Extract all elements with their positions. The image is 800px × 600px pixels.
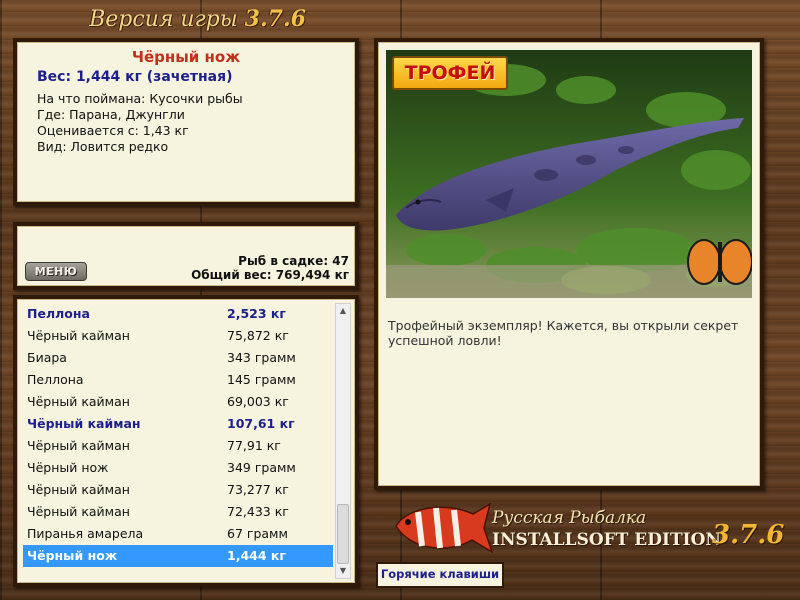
fish-list-panel: Пеллона 2,523 кг Чёрный кайман 75,872 кг Биа… [13,295,359,587]
scroll-up-icon[interactable]: ▲ [336,304,350,318]
edition-version: 3.7.6 [712,520,785,550]
fish-list-name: Пеллона [27,372,84,387]
fish-list-weight: 1,444 кг [227,548,286,563]
fish-list-row[interactable]: Пеллона 2,523 кг [23,303,333,325]
keepnet-stats: Рыб в садке: 47 Общий вес: 769,494 кг [191,254,349,282]
fish-list-weight: 145 грамм [227,372,296,387]
fish-photo: ТРОФЕЙ [386,50,752,298]
hotkeys-button[interactable]: Горячие клавиши [376,562,504,588]
fish-name: Чёрный нож [131,48,241,66]
fish-list-name: Чёрный кайман [27,438,130,453]
fish-list-name: Чёрный кайман [27,482,130,497]
catch-info-panel: Чёрный нож Вес: 1,444 кг (зачетная) На ч… [13,38,359,206]
fish-list-weight: 72,433 кг [227,504,289,519]
butterfly-icon [687,239,752,285]
fish-list-row[interactable]: Чёрный кайман 72,433 кг [23,501,333,523]
fish-list-row[interactable]: Чёрный кайман 107,61 кг [23,413,333,435]
fish-list-name: Чёрный нож [27,460,109,475]
fish-weight: Вес: 1,444 кг (зачетная) [37,69,233,85]
trophy-description: Трофейный экземпляр! Кажется, вы открыли… [388,318,739,348]
game-version-title: Версия игры 3.7.6 [0,6,395,32]
fish-list-name: Чёрный кайман [27,328,130,343]
menu-button[interactable]: МЕНЮ [25,262,87,281]
fish-list-weight: 343 грамм [227,350,296,365]
edition-branding: Русская Рыбалка INSTALLSOFT EDITION 3.7.… [374,492,794,592]
fish-list-row[interactable]: Пиранья амарела 67 грамм [23,523,333,545]
fish-list-name: Чёрный кайман [27,504,130,519]
edition-fish-logo-icon [395,502,494,554]
fish-count: Рыб в садке: 47 [238,254,349,268]
edition-line1: Русская Рыбалка [492,508,647,528]
fish-list-row[interactable]: Биара 343 грамм [23,347,333,369]
keepnet-summary-panel: МЕНЮ Рыб в садке: 47 Общий вес: 769,494 … [13,222,359,290]
fish-list-row[interactable]: Чёрный кайман 77,91 кг [23,435,333,457]
fish-list-weight: 77,91 кг [227,438,281,453]
bait-line: На что поймана: Кусочки рыбы [37,91,243,106]
fish-list-weight: 349 грамм [227,460,296,475]
fish-list-row[interactable]: Чёрный нож 1,444 кг [23,545,333,567]
fish-list-weight: 73,277 кг [227,482,289,497]
list-scrollbar[interactable]: ▲ ▼ [335,303,351,579]
trophy-badge: ТРОФЕЙ [392,56,508,90]
fish-list-name: Биара [27,350,67,365]
fish-list-row[interactable]: Чёрный кайман 69,003 кг [23,391,333,413]
fish-list-row[interactable]: Чёрный нож 349 грамм [23,457,333,479]
fish-list-weight: 107,61 кг [227,416,295,431]
version-prefix: Версия игры [89,7,238,32]
fish-list-weight: 67 грамм [227,526,288,541]
trophy-panel: ТРОФЕЙ Трофейный экземпляр! Кажется, вы … [374,38,764,490]
location-line: Где: Парана, Джунгли [37,107,185,122]
scroll-thumb[interactable] [337,504,349,564]
version-number: 3.7.6 [244,6,306,32]
fish-list-row[interactable]: Чёрный кайман 73,277 кг [23,479,333,501]
scroll-down-icon[interactable]: ▼ [336,564,350,578]
total-weight: Общий вес: 769,494 кг [191,268,349,282]
fish-list-weight: 2,523 кг [227,306,286,321]
fish-list-row[interactable]: Пеллона 145 грамм [23,369,333,391]
fish-list-weight: 69,003 кг [227,394,289,409]
fish-list: Пеллона 2,523 кг Чёрный кайман 75,872 кг Биа… [23,303,333,567]
fish-list-name: Пиранья амарела [27,526,144,541]
fish-list-name: Чёрный кайман [27,394,130,409]
edition-line2: INSTALLSOFT EDITION [492,530,721,550]
fish-list-name: Чёрный кайман [27,416,141,431]
fish-list-row[interactable]: Чёрный кайман 75,872 кг [23,325,333,347]
fish-list-name: Пеллона [27,306,90,321]
fish-list-name: Чёрный нож [27,548,118,563]
fish-list-weight: 75,872 кг [227,328,289,343]
valuation-line: Оценивается с: 1,43 кг [37,123,189,138]
rarity-line: Вид: Ловится редко [37,139,169,154]
